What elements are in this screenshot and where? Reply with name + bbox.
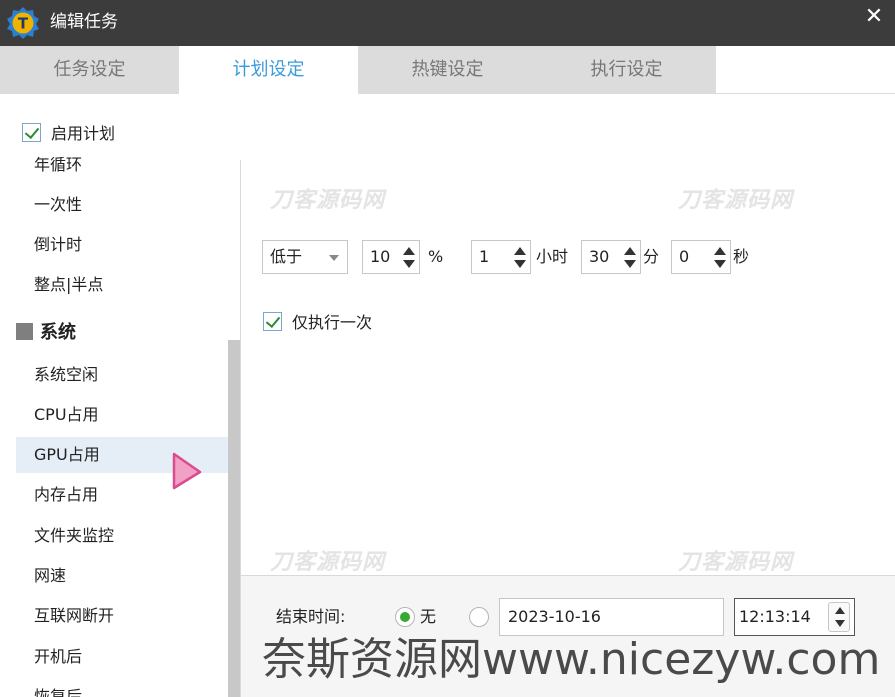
watermark: 刀客源码网 xyxy=(270,550,386,575)
enable-schedule-label: 启用计划 xyxy=(51,124,116,143)
tab-schedule-settings[interactable]: 计划设定 xyxy=(179,46,358,94)
run-once-checkbox[interactable] xyxy=(263,311,282,331)
tab-bar: 任务设定 计划设定 热键设定 执行设定 xyxy=(0,46,895,94)
increment-arrow-icon[interactable] xyxy=(624,247,636,255)
title-bar: T 编辑任务 ✕ xyxy=(0,0,895,46)
close-button[interactable]: ✕ xyxy=(861,4,887,30)
list-item-hourly[interactable]: 整点|半点 xyxy=(16,267,228,303)
list-item-system-idle[interactable]: 系统空闲 xyxy=(16,357,228,393)
hours-stepper-value: 1 xyxy=(479,247,490,266)
decrement-arrow-icon[interactable] xyxy=(835,620,845,627)
increment-arrow-icon[interactable] xyxy=(403,247,415,255)
end-date-radio[interactable] xyxy=(469,607,489,627)
chevron-down-icon[interactable] xyxy=(329,255,339,261)
mouse-cursor-icon xyxy=(172,452,202,490)
schedule-type-list: 年循环 一次性 倒计时 整点|半点 系统 系统空闲 CPU占用 GPU占用 内存… xyxy=(0,157,228,697)
percent-stepper-value: 10 xyxy=(370,247,391,266)
app-logo-letter: T xyxy=(18,15,29,33)
compare-dropdown-value: 低于 xyxy=(270,247,303,266)
tab-execute-settings[interactable]: 执行设定 xyxy=(537,46,716,94)
app-logo-icon: T xyxy=(7,7,39,39)
list-item-internet-disconnect[interactable]: 互联网断开 xyxy=(16,598,228,634)
list-item-yearly[interactable]: 年循环 xyxy=(16,157,228,183)
watermark: 刀客源码网 xyxy=(270,188,386,213)
watermark: 刀客源码网 xyxy=(678,188,794,213)
run-once-label: 仅执行一次 xyxy=(292,313,373,332)
enable-schedule-checkbox[interactable] xyxy=(22,122,41,142)
end-none-radio[interactable] xyxy=(395,607,415,627)
hours-unit-label: 小时 xyxy=(536,247,569,266)
percent-stepper[interactable]: 10 xyxy=(362,240,420,274)
window-title: 编辑任务 xyxy=(50,12,118,32)
schedule-type-panel: 启用计划 年循环 一次性 倒计时 整点|半点 系统 系统空闲 CPU占用 GPU… xyxy=(0,95,240,697)
seconds-stepper-value: 0 xyxy=(679,247,690,266)
increment-arrow-icon[interactable] xyxy=(714,247,726,255)
list-item-countdown[interactable]: 倒计时 xyxy=(16,227,228,263)
hours-stepper[interactable]: 1 xyxy=(471,240,531,274)
list-item-folder-monitor[interactable]: 文件夹监控 xyxy=(16,518,228,554)
list-item-after-boot[interactable]: 开机后 xyxy=(16,639,228,675)
seconds-unit-label: 秒 xyxy=(733,247,750,266)
end-time-label: 结束时间: xyxy=(276,607,346,626)
list-item-cpu-usage[interactable]: CPU占用 xyxy=(16,397,228,433)
percent-unit-label: % xyxy=(428,247,444,266)
end-time-value: 12:13:14 xyxy=(739,607,811,626)
minutes-unit-label: 分 xyxy=(643,247,660,266)
list-item-after-resume[interactable]: 恢复后 xyxy=(16,679,228,697)
increment-arrow-icon[interactable] xyxy=(835,607,845,614)
end-none-label: 无 xyxy=(420,607,437,626)
seconds-stepper[interactable]: 0 xyxy=(671,240,731,274)
minutes-stepper[interactable]: 30 xyxy=(581,240,641,274)
increment-arrow-icon[interactable] xyxy=(514,247,526,255)
tab-hotkey-settings[interactable]: 热键设定 xyxy=(358,46,537,94)
minutes-stepper-value: 30 xyxy=(589,247,610,266)
list-item-once[interactable]: 一次性 xyxy=(16,187,228,223)
sidebar-scrollbar[interactable] xyxy=(228,157,240,697)
decrement-arrow-icon[interactable] xyxy=(624,260,636,268)
run-once-row[interactable]: 仅执行一次 xyxy=(263,310,372,332)
decrement-arrow-icon[interactable] xyxy=(714,260,726,268)
group-system-label: 系统 xyxy=(40,322,76,343)
collapse-icon[interactable] xyxy=(16,322,33,340)
footer-watermark: 奈斯资源网www.nicezyw.com xyxy=(262,634,881,685)
enable-schedule-row[interactable]: 启用计划 xyxy=(22,121,115,143)
sidebar-scrollbar-thumb[interactable] xyxy=(228,340,240,697)
compare-dropdown[interactable]: 低于 xyxy=(262,240,348,274)
watermark: 刀客源码网 xyxy=(678,550,794,575)
tab-task-settings[interactable]: 任务设定 xyxy=(0,46,179,94)
group-system[interactable]: 系统 xyxy=(16,313,76,349)
list-item-network-speed[interactable]: 网速 xyxy=(16,558,228,594)
decrement-arrow-icon[interactable] xyxy=(403,260,415,268)
decrement-arrow-icon[interactable] xyxy=(514,260,526,268)
